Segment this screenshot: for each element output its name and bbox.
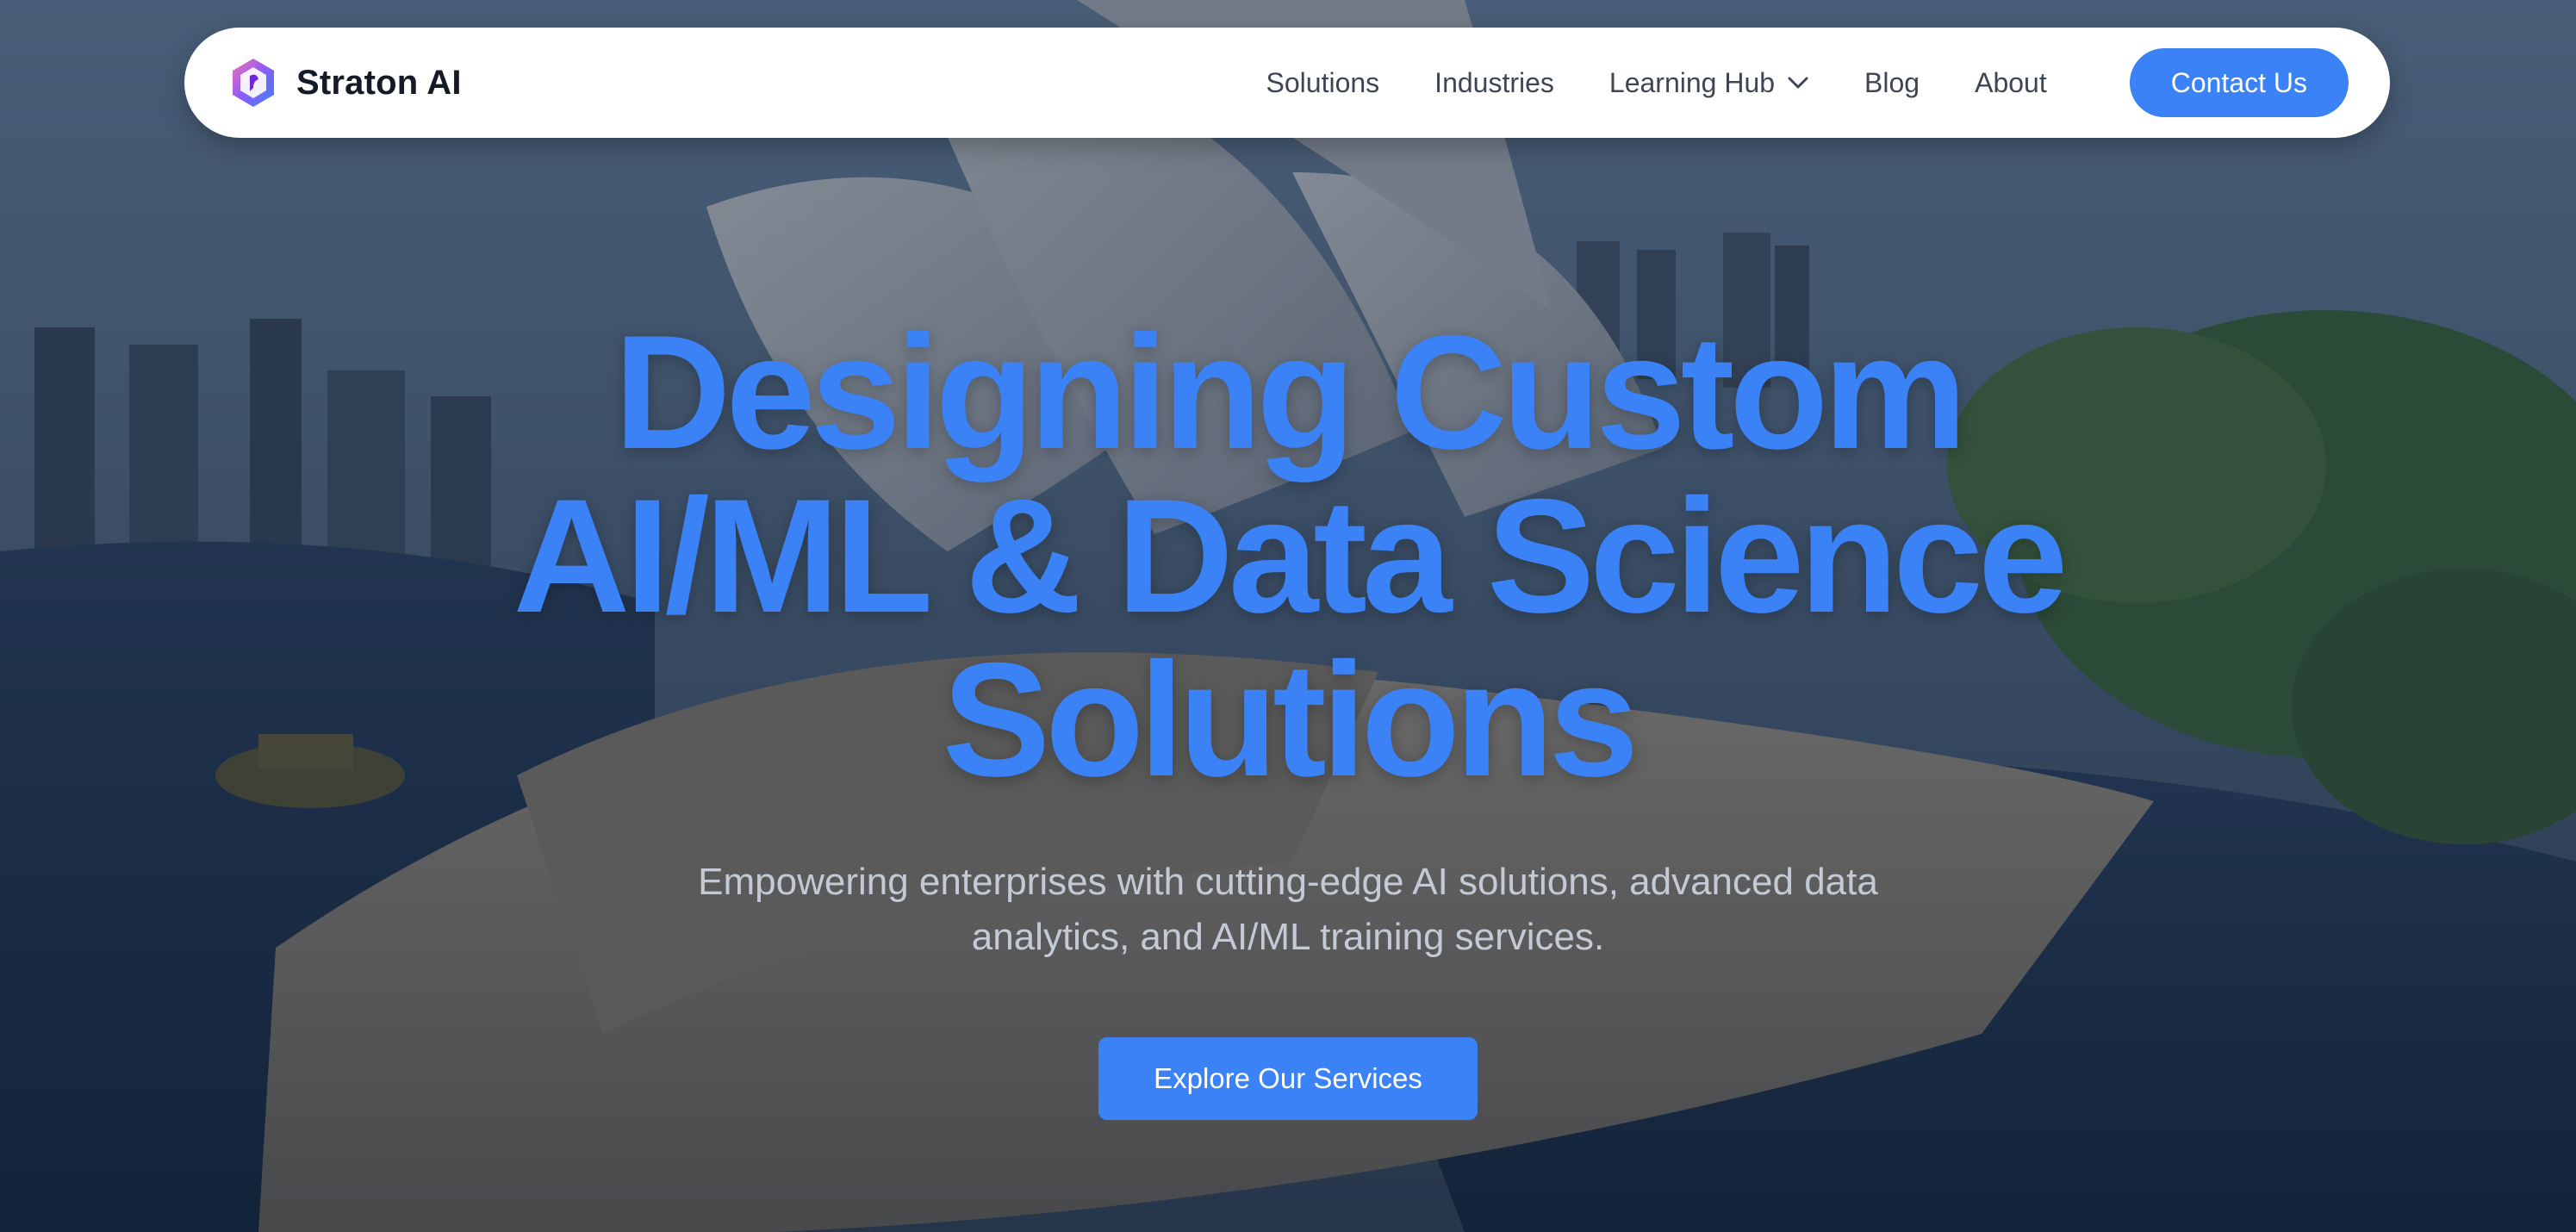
hero-subtitle-line-1: Empowering enterprises with cutting-edge… <box>698 861 1878 903</box>
nav-item-learning-hub[interactable]: Learning Hub <box>1609 67 1809 99</box>
hero-headline-line-3: Solutions <box>942 629 1639 810</box>
brand-home-link[interactable]: Straton AI <box>231 57 462 109</box>
nav-links: Solutions Industries Learning Hub Blog A… <box>1266 67 2047 99</box>
nav-item-about[interactable]: About <box>1975 67 2047 99</box>
hero-headline-line-1: Designing Custom <box>613 302 1968 482</box>
hexagon-logo-icon <box>233 59 274 107</box>
nav-item-industries[interactable]: Industries <box>1434 67 1554 99</box>
hero-headline: Designing Custom AI/ML & Data Science So… <box>426 310 2150 801</box>
hero-section: Straton AI Solutions Industries Learning… <box>0 0 2576 1232</box>
top-navbar: Straton AI Solutions Industries Learning… <box>184 28 2390 138</box>
hero-subtitle: Empowering enterprises with cutting-edge… <box>642 855 1934 965</box>
nav-item-solutions[interactable]: Solutions <box>1266 67 1380 99</box>
hero-content: Designing Custom AI/ML & Data Science So… <box>0 310 2576 1120</box>
hero-headline-line-2: AI/ML & Data Science <box>513 465 2069 646</box>
nav-item-learning-hub-label: Learning Hub <box>1608 66 1776 98</box>
chevron-down-icon <box>1788 77 1808 89</box>
explore-services-button[interactable]: Explore Our Services <box>1098 1037 1478 1120</box>
hero-subtitle-line-2: analytics, and AI/ML training services. <box>971 916 1605 958</box>
nav-item-blog[interactable]: Blog <box>1864 67 1920 99</box>
brand-name: Straton AI <box>296 63 462 102</box>
contact-us-button[interactable]: Contact Us <box>2129 48 2349 117</box>
